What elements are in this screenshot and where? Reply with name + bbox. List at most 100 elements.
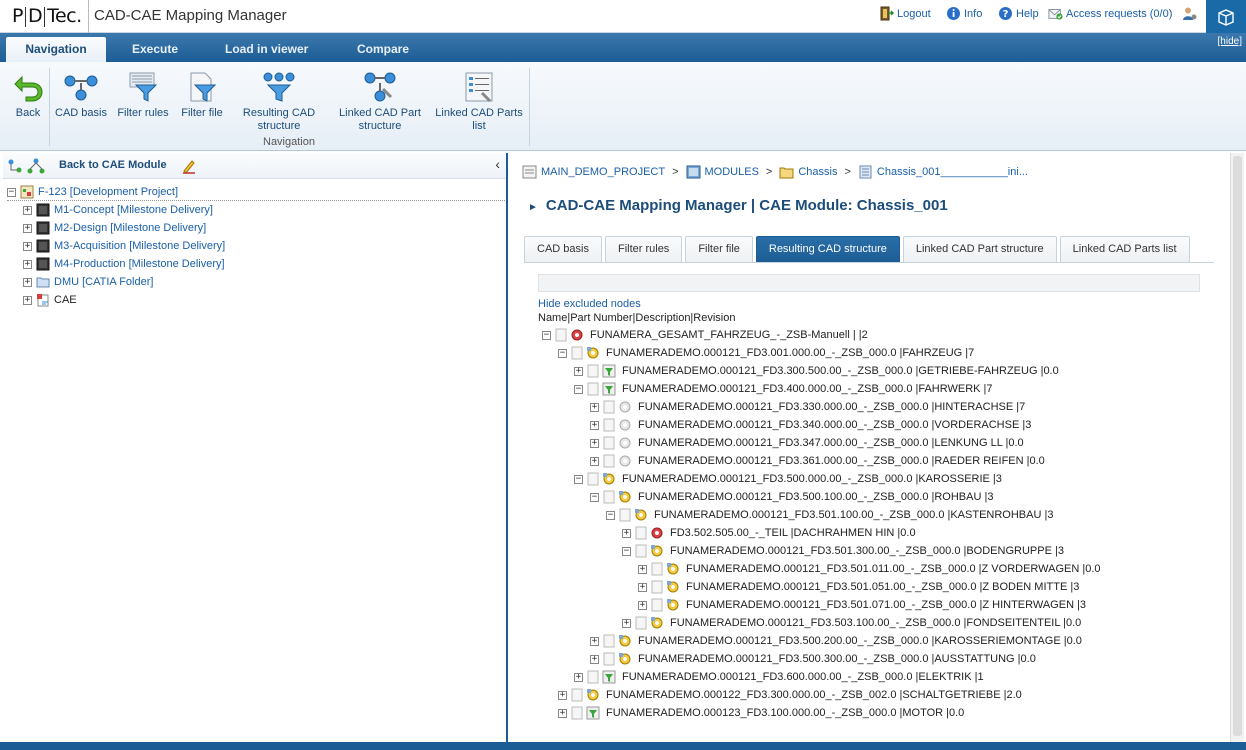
tab-execute[interactable]: Execute	[116, 37, 194, 62]
yellow-gear-icon	[619, 653, 631, 665]
tree-node[interactable]: + FUNAMERADEMO.000121_FD3.501.051.00_-_ZS…	[638, 580, 1079, 594]
tree-node-f123[interactable]: − F-123 [Development Project]	[7, 185, 178, 199]
tree-node[interactable]: − FUNAMERADEMO.000121_FD3.501.300.00_-_ZS…	[622, 544, 1064, 558]
tree-node-cae[interactable]: + CAE	[23, 293, 77, 307]
resulting-cad-structure-button[interactable]: Resulting CAD structure	[236, 70, 322, 133]
tree-node[interactable]: − FUNAMERADEMO.000121_FD3.400.000.00_-_ZS…	[574, 382, 993, 396]
logout-link[interactable]: Logout	[879, 6, 931, 21]
filter-file-button[interactable]: Filter file	[177, 70, 227, 120]
window-toggle-button[interactable]	[1206, 0, 1246, 33]
expand-toggle[interactable]: +	[23, 259, 32, 269]
breadcrumb-chassis[interactable]: Chassis	[798, 166, 837, 178]
tree-node[interactable]: + FUNAMERADEMO.000123_FD3.100.000.00_-_ZS…	[558, 706, 964, 720]
tree-node[interactable]: + FUNAMERADEMO.000121_FD3.340.000.00_-_ZS…	[590, 418, 1031, 432]
subtab-filter-rules[interactable]: Filter rules	[604, 236, 683, 262]
tab-navigation[interactable]: Navigation	[6, 37, 106, 62]
tree-node[interactable]: + FUNAMERADEMO.000122_FD3.300.000.00_-_ZS…	[558, 688, 1022, 702]
tree-node[interactable]: + FUNAMERADEMO.000121_FD3.361.000.00_-_ZS…	[590, 454, 1045, 468]
collapse-toggle[interactable]: −	[606, 510, 615, 520]
tree-node[interactable]: + FUNAMERADEMO.000121_FD3.501.071.00_-_ZS…	[638, 598, 1086, 612]
tree-node[interactable]: + FUNAMERADEMO.000121_FD3.501.011.00_-_ZS…	[638, 562, 1101, 576]
help-link[interactable]: ? Help	[998, 6, 1039, 21]
expand-toggle[interactable]: +	[638, 582, 647, 592]
tree-node[interactable]: − FUNAMERADEMO.000121_FD3.500.100.00_-_ZS…	[590, 490, 993, 504]
tab-load-in-viewer[interactable]: Load in viewer	[209, 37, 324, 62]
expand-toggle[interactable]: +	[590, 636, 599, 646]
collapse-panel-button[interactable]: ‹	[495, 156, 500, 172]
expand-toggle[interactable]: +	[622, 618, 631, 628]
expand-arrow-icon[interactable]: ►	[528, 202, 538, 213]
expand-toggle[interactable]: +	[23, 223, 32, 233]
node-label: FUNAMERADEMO.000121_FD3.600.000.00_-_ZSB…	[622, 671, 984, 683]
expand-toggle[interactable]: +	[574, 672, 583, 682]
expand-toggle[interactable]: +	[590, 456, 599, 466]
tree-node[interactable]: − FUNAMERADEMO.000121_FD3.500.000.00_-_ZS…	[574, 472, 1002, 486]
tree-node-m3[interactable]: + M3-Acquisition [Milestone Delivery]	[23, 239, 225, 253]
tree-expand-icon[interactable]	[7, 158, 23, 177]
expand-toggle[interactable]: +	[23, 241, 32, 251]
document-icon	[635, 526, 647, 540]
tree-node[interactable]: − FUNAMERADEMO.000121_FD3.501.100.00_-_ZS…	[606, 508, 1053, 522]
subtab-resulting-cad-structure[interactable]: Resulting CAD structure	[755, 236, 900, 262]
expand-toggle[interactable]: +	[558, 708, 567, 718]
collapse-toggle[interactable]: −	[590, 492, 599, 502]
access-requests-link[interactable]: Access requests (0/0)	[1048, 6, 1172, 21]
edit-icon[interactable]	[181, 158, 197, 177]
expand-toggle[interactable]: +	[23, 205, 32, 215]
expand-toggle[interactable]: +	[574, 366, 583, 376]
tree-node[interactable]: + FUNAMERADEMO.000121_FD3.500.300.00_-_ZS…	[590, 652, 1036, 666]
linked-cad-part-structure-button[interactable]: Linked CAD Part structure	[335, 70, 425, 133]
yellow-gear-icon	[651, 617, 663, 629]
subtab-linked-cad-parts-list[interactable]: Linked CAD Parts list	[1059, 236, 1190, 262]
collapse-toggle[interactable]: −	[622, 546, 631, 556]
scroll-thumb[interactable]	[1233, 156, 1242, 736]
hide-excluded-nodes-link[interactable]: Hide excluded nodes	[538, 298, 641, 310]
expand-toggle[interactable]: +	[558, 690, 567, 700]
tree-node[interactable]: + FUNAMERADEMO.000121_FD3.300.500.00_-_ZS…	[574, 364, 1059, 378]
expand-toggle[interactable]: +	[23, 277, 32, 287]
expand-toggle[interactable]: +	[590, 438, 599, 448]
subtab-filter-file[interactable]: Filter file	[685, 236, 753, 262]
filter-rules-button[interactable]: Filter rules	[113, 70, 173, 120]
tree-node[interactable]: + FUNAMERADEMO.000121_FD3.500.200.00_-_ZS…	[590, 634, 1082, 648]
tree-node-m4[interactable]: + M4-Production [Milestone Delivery]	[23, 257, 225, 271]
vertical-scrollbar[interactable]	[1230, 153, 1244, 742]
tab-compare[interactable]: Compare	[341, 37, 425, 62]
linked-cad-parts-list-button[interactable]: Linked CAD Parts list	[434, 70, 524, 133]
tree-node[interactable]: + FD3.502.505.00_-_TEIL |DACHRAHMEN HIN |…	[622, 526, 916, 540]
subtab-linked-cad-part-structure[interactable]: Linked CAD Part structure	[902, 236, 1057, 262]
user-button[interactable]	[1182, 6, 1197, 21]
collapse-toggle[interactable]: −	[574, 474, 583, 484]
expand-toggle[interactable]: +	[590, 402, 599, 412]
tree-node[interactable]: − FUNAMERADEMO.000121_FD3.001.000.00_-_ZS…	[558, 346, 974, 360]
collapse-toggle[interactable]: −	[558, 348, 567, 358]
breadcrumb-modules[interactable]: MODULES	[705, 166, 759, 178]
info-link[interactable]: Info	[946, 6, 982, 21]
collapse-toggle[interactable]: −	[7, 187, 16, 197]
tree-node[interactable]: − FUNAMERA_GESAMT_FAHRZEUG_-_ZSB-Manuell …	[542, 328, 868, 342]
collapse-toggle[interactable]: −	[542, 330, 551, 340]
tree-node[interactable]: + FUNAMERADEMO.000121_FD3.330.000.00_-_ZS…	[590, 400, 1025, 414]
breadcrumb-project[interactable]: MAIN_DEMO_PROJECT	[541, 166, 665, 178]
expand-toggle[interactable]: +	[638, 564, 647, 574]
breadcrumb-chassis-001[interactable]: Chassis_001___________ini...	[877, 166, 1028, 178]
tree-node[interactable]: + FUNAMERADEMO.000121_FD3.503.100.00_-_ZS…	[622, 616, 1081, 630]
tree-node-m1[interactable]: + M1-Concept [Milestone Delivery]	[23, 203, 213, 217]
expand-toggle[interactable]: +	[638, 600, 647, 610]
back-button[interactable]: Back	[8, 70, 48, 120]
cad-basis-button[interactable]: CAD basis	[55, 70, 107, 120]
back-to-cae-module-link[interactable]: Back to CAE Module	[59, 159, 167, 171]
expand-toggle[interactable]: +	[23, 295, 32, 305]
breadcrumb-sep: >	[672, 166, 679, 178]
tree-node-m2[interactable]: + M2-Design [Milestone Delivery]	[23, 221, 206, 235]
tree-structure-icon[interactable]	[27, 158, 45, 177]
expand-toggle[interactable]: +	[590, 420, 599, 430]
expand-toggle[interactable]: +	[590, 654, 599, 664]
expand-toggle[interactable]: +	[622, 528, 631, 538]
tree-node[interactable]: + FUNAMERADEMO.000121_FD3.600.000.00_-_ZS…	[574, 670, 984, 684]
tree-node-dmu[interactable]: + DMU [CATIA Folder]	[23, 275, 153, 289]
hide-ribbon-link[interactable]: [hide]	[1218, 36, 1242, 47]
tree-node[interactable]: + FUNAMERADEMO.000121_FD3.347.000.00_-_ZS…	[590, 436, 1024, 450]
collapse-toggle[interactable]: −	[574, 384, 583, 394]
subtab-cad-basis[interactable]: CAD basis	[524, 236, 602, 262]
